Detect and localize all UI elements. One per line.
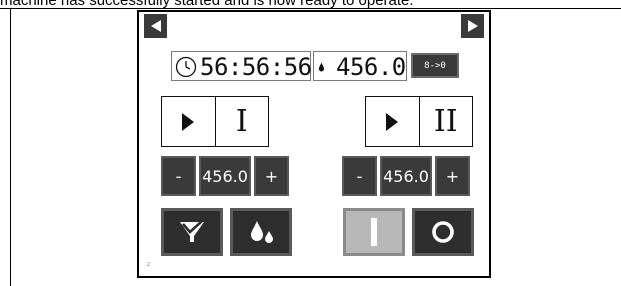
- on-button[interactable]: [343, 208, 405, 256]
- triangle-left-icon: [150, 20, 161, 32]
- run-button-1[interactable]: I: [161, 96, 269, 147]
- count-display: 456.0: [313, 51, 407, 81]
- clock-icon: [175, 56, 197, 78]
- timer-display: 56:56:56: [171, 51, 312, 81]
- run-button-2[interactable]: II: [365, 96, 473, 147]
- stepper-1: - 456.0 +: [161, 156, 289, 196]
- stepper-2: - 456.0 +: [342, 156, 470, 196]
- stepper-value[interactable]: 456.0: [199, 156, 251, 196]
- run-button-1-label: I: [235, 104, 248, 139]
- off-button[interactable]: [412, 208, 474, 256]
- nav-forward-button[interactable]: [461, 14, 484, 38]
- stepper-value[interactable]: 456.0: [380, 156, 432, 196]
- decrement-button[interactable]: -: [342, 156, 377, 196]
- increment-button[interactable]: +: [254, 156, 289, 196]
- run-button-2-label: II: [433, 104, 458, 139]
- drop-icon: [318, 62, 324, 72]
- off-icon: [432, 221, 454, 243]
- triangle-right-icon: [467, 20, 478, 32]
- decrement-button[interactable]: -: [161, 156, 196, 196]
- play-icon: [386, 112, 399, 131]
- nav-back-button[interactable]: [144, 14, 167, 38]
- play-icon: [182, 112, 195, 131]
- reset-counter-button[interactable]: 8->0: [411, 53, 459, 78]
- corner-marker: z: [147, 261, 151, 268]
- droplets-button[interactable]: [230, 208, 292, 256]
- status-row: 56:56:56 456.0 8->0: [171, 51, 459, 81]
- droplets-icon: [251, 221, 273, 243]
- timer-value: 56:56:56: [200, 53, 312, 81]
- count-value: 456.0: [336, 53, 406, 81]
- funnel-check-icon: [180, 220, 204, 242]
- left-divider: [10, 9, 11, 286]
- funnel-button[interactable]: [161, 208, 223, 256]
- caption-divider: [0, 8, 621, 9]
- increment-button[interactable]: +: [435, 156, 470, 196]
- on-icon: [371, 218, 377, 246]
- machine-panel: 56:56:56 456.0 8->0 I II - 456.0 + - 456…: [137, 10, 491, 278]
